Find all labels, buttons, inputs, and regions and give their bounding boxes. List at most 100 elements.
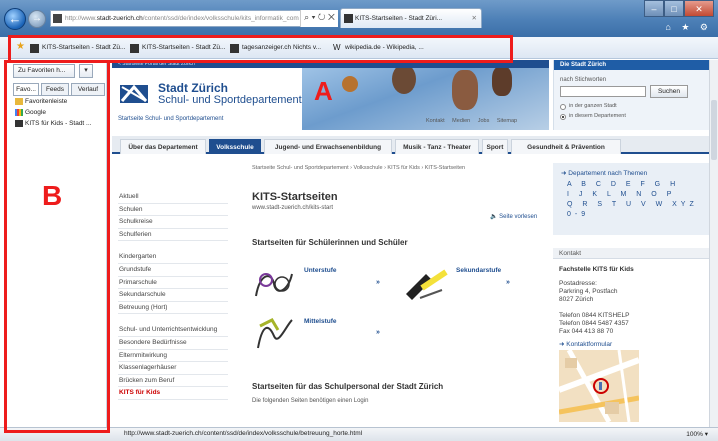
left-nav-item[interactable]: Schulen	[118, 204, 228, 217]
card-title-sekundarstufe[interactable]: Sekundarstufe	[456, 267, 501, 274]
contact-heading: Kontakt	[553, 248, 709, 259]
left-nav-item[interactable]: Grundstufe	[118, 264, 228, 277]
address-suffix: /content/ssd/de/index/volksschule/kits_i…	[142, 15, 299, 22]
radio-this-department[interactable]: in diesem Departement	[560, 113, 626, 120]
browser-tab[interactable]: KITS-Startseiten - Stadt Züri... ✕	[340, 8, 482, 28]
card-title-mittelstufe[interactable]: Mittelstufe	[304, 318, 337, 325]
contact-form-label: Kontaktformular	[566, 341, 613, 348]
jumping-figure	[492, 68, 512, 96]
alphabet-row[interactable]: A B C D E F G H	[567, 181, 679, 188]
address-host: stadt-zuerich.ch	[96, 15, 143, 22]
back-button[interactable]: ←	[4, 8, 26, 30]
radio-label: in diesem Departement	[569, 113, 626, 119]
card-arrow-sekundarstufe[interactable]: »	[506, 279, 510, 286]
tab-title: KITS-Startseiten - Stadt Züri...	[355, 15, 443, 22]
tab-close-icon[interactable]: ✕	[472, 9, 477, 28]
address-prefix: http://www.	[65, 15, 97, 22]
tab-jugend[interactable]: Jugend- und Erwachsenenbildung	[264, 139, 392, 154]
tab-departement[interactable]: Über das Departement	[120, 139, 206, 154]
alphabet-row[interactable]: I J K L M N O P	[567, 191, 675, 198]
sekundarstufe-image[interactable]	[402, 268, 448, 304]
maximize-button[interactable]: □	[664, 0, 684, 17]
left-navigation: Aktuell Schulen Schulkreise Schulferien Kind…	[118, 191, 228, 400]
browser-window: ← → http://www.stadt-zuerich.ch/content/…	[0, 0, 718, 441]
tab-gesundheit[interactable]: Gesundheit & Prävention	[511, 139, 621, 154]
unterstufe-image[interactable]	[252, 266, 298, 302]
toolbar-icons[interactable]: ⌂ ★ ⚙	[665, 22, 712, 33]
page-title: KITS-Startseiten	[252, 191, 338, 203]
search-panel: Die Stadt Zürich nach Stichworten Suchen…	[553, 60, 709, 130]
home-link[interactable]: Startseite Schul- und Sportdepartement	[118, 116, 223, 122]
left-nav-item[interactable]: KITS für Kids	[118, 387, 228, 400]
web-page: < Startseite Portal der Stadt Zürich Sta…	[112, 60, 709, 427]
left-nav-item[interactable]: Schulkreise	[118, 216, 228, 229]
contact-form-link[interactable]: ➜ Kontaktformular	[559, 340, 612, 348]
zoom-level[interactable]: 100% ▾	[686, 430, 708, 438]
left-nav-item[interactable]: Kindergarten	[118, 251, 228, 264]
window-controls: – □ ✕	[644, 0, 714, 18]
card-arrow-mittelstufe[interactable]: »	[376, 329, 380, 336]
logo-department-name[interactable]: Schul- und Sportdepartement	[158, 94, 302, 106]
left-nav-spacer	[118, 314, 228, 324]
tab-volksschule[interactable]: Volksschule	[209, 139, 261, 154]
breadcrumb[interactable]: Startseite Schul- und Sportdepartement ›…	[252, 165, 465, 171]
left-nav-item[interactable]: Aktuell	[118, 191, 228, 204]
address-bar[interactable]: http://www.stadt-zuerich.ch/content/ssd/…	[50, 10, 338, 27]
scrollbar-thumb[interactable]	[711, 100, 717, 160]
mittelstufe-image[interactable]	[252, 316, 298, 352]
department-topics-title[interactable]: ➜ Departement nach Themen	[561, 169, 647, 177]
read-aloud-label: Seite vorlesen	[499, 214, 538, 220]
department-topics-label: Departement nach Themen	[568, 170, 648, 177]
alphabet-row[interactable]: Q R S T U V W XYZ	[567, 201, 698, 208]
close-window-button[interactable]: ✕	[684, 0, 714, 17]
left-nav-item[interactable]: Betreuung (Hort)	[118, 302, 228, 315]
radio-button-icon	[560, 114, 566, 120]
card-arrow-unterstufe[interactable]: »	[376, 279, 380, 286]
main-navigation: Über das Departement Volksschule Jugend-…	[112, 136, 709, 154]
section-heading-staff: Startseiten für das Schulpersonal der St…	[252, 382, 444, 391]
vertical-scrollbar[interactable]	[709, 60, 718, 427]
left-nav-item[interactable]: Besondere Bedürfnisse	[118, 337, 228, 350]
header-links[interactable]: Kontakt Medien Jobs Sitemap	[426, 118, 517, 124]
title-bar: ← → http://www.stadt-zuerich.ch/content/…	[0, 0, 718, 37]
section-heading-students: Startseiten für Schülerinnen und Schüler	[252, 238, 408, 247]
minimize-button[interactable]: –	[644, 0, 664, 17]
search-input[interactable]	[560, 86, 646, 97]
read-aloud-link[interactable]: 🔈 Seite vorlesen	[490, 213, 537, 220]
card-title-unterstufe[interactable]: Unterstufe	[304, 267, 337, 274]
left-nav-item[interactable]: Primarschule	[118, 277, 228, 290]
left-nav-item[interactable]: Brücken zum Beruf	[118, 375, 228, 388]
speaker-icon: 🔈	[490, 214, 500, 220]
annotation-label-a: A	[314, 76, 333, 106]
left-nav-item[interactable]: Elternmitwirkung	[118, 350, 228, 363]
contact-name: Fachstelle KITS für Kids	[559, 266, 634, 273]
contact-line: Postadresse:	[559, 280, 597, 287]
logo-city-name[interactable]: Stadt Zürich	[158, 81, 228, 95]
radio-whole-city[interactable]: in der ganzen Stadt	[560, 103, 617, 110]
left-nav-spacer	[118, 241, 228, 251]
tab-favicon-icon	[344, 14, 353, 23]
contact-line: 8027 Zürich	[559, 296, 594, 303]
site-favicon-icon	[53, 14, 62, 23]
status-url: http://www.stadt-zuerich.ch/content/ssd/…	[124, 430, 363, 437]
alphabet-row[interactable]: 0-9	[567, 211, 589, 218]
contact-line: Telefon 0844 KITSHELP	[559, 312, 630, 319]
tab-musik[interactable]: Musik - Tanz - Theater	[395, 139, 479, 154]
left-nav-item[interactable]: Schul- und Unterrichtsentwicklung	[118, 324, 228, 337]
section-staff-note: Die folgenden Seiten benötigen einen Log…	[252, 398, 369, 404]
tab-sport[interactable]: Sport	[482, 139, 508, 154]
left-nav-item[interactable]: Klassenlagerhäuser	[118, 362, 228, 375]
jumping-figure	[392, 68, 416, 94]
radio-button-icon	[560, 104, 566, 110]
address-controls[interactable]: ⌕ ▾ ↻ ✕	[300, 10, 338, 27]
search-button[interactable]: Suchen	[650, 85, 688, 98]
contact-line: Fax 044 413 88 70	[559, 328, 614, 335]
ball-shape	[342, 76, 358, 92]
location-map[interactable]	[559, 350, 639, 422]
annotation-box-a	[8, 35, 513, 63]
search-label: nach Stichworten	[560, 77, 607, 83]
left-nav-item[interactable]: Sekundarschule	[118, 289, 228, 302]
left-nav-item[interactable]: Schulferien	[118, 229, 228, 242]
jumping-figure	[452, 70, 478, 110]
forward-button[interactable]: →	[28, 10, 46, 28]
